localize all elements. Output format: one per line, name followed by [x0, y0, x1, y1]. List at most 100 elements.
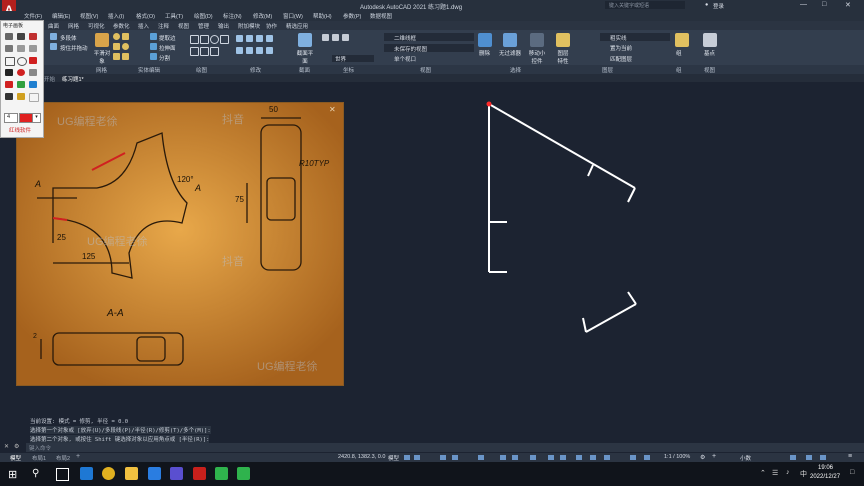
lower-line [585, 303, 637, 333]
clock-time[interactable]: 19:06 [818, 465, 833, 471]
cad-lines[interactable] [488, 103, 637, 333]
line-tool-icon[interactable] [5, 45, 13, 52]
hardware-accel-icon[interactable] [806, 455, 812, 460]
grip-point[interactable] [486, 101, 492, 107]
layout-tab-2[interactable]: 布局2 [56, 454, 70, 462]
dim-r10typ: R10TYP [299, 159, 330, 168]
status-scale[interactable]: 1:1 / 100% [664, 454, 690, 460]
workspace-gear-icon[interactable]: ⚙ [700, 454, 705, 461]
brush-icon[interactable] [17, 33, 25, 40]
isolate-icon[interactable] [790, 455, 796, 460]
command-prompt: 键入命令 [29, 446, 52, 452]
palette-label: 红线软件 [9, 128, 32, 134]
rect-tool-icon[interactable] [5, 57, 15, 66]
notification-icon[interactable]: □ [850, 469, 854, 476]
customize-command-icon[interactable]: ⚙ [14, 443, 19, 450]
black-fill-icon[interactable] [5, 69, 13, 76]
layout-tab-1[interactable]: 布局1 [32, 454, 46, 462]
ime-icon[interactable]: 中 [800, 469, 807, 479]
clock-date[interactable]: 2022/12/27 [810, 474, 840, 480]
wechat-icon[interactable] [215, 467, 228, 480]
command-history-line-3: 选择第二个对象, 或按住 Shift 键选择对象以应用角点或 [半径(R)]: [30, 435, 210, 443]
autocad-taskbar-icon[interactable] [193, 467, 206, 480]
reference-image[interactable]: 50 R10TYP 120° 75 25 125 A A A-A 2 UG编程老… [16, 102, 344, 386]
section-view-title: A-A [107, 308, 124, 319]
dim-125: 125 [82, 252, 96, 261]
windows-start-icon[interactable]: ⊞ [8, 468, 17, 481]
app-icon[interactable] [170, 467, 183, 480]
wechat-2-icon[interactable] [237, 467, 250, 480]
grid-icon[interactable] [404, 455, 410, 460]
dim-50: 50 [269, 105, 278, 114]
close-command-icon[interactable]: ✕ [4, 443, 9, 450]
dim-25: 25 [57, 233, 66, 242]
command-input[interactable]: 键入命令 [26, 443, 864, 452]
status-model-space[interactable]: 模型 [388, 454, 399, 462]
dim-75: 75 [235, 195, 244, 204]
selection-cycle-icon[interactable] [530, 455, 536, 460]
edge-icon[interactable] [80, 467, 93, 480]
annotation-icon[interactable] [576, 455, 582, 460]
network-icon[interactable]: ☰ [772, 469, 778, 477]
save-icon[interactable] [5, 93, 13, 100]
watermark-2: UG编程老徐 [87, 236, 148, 248]
customize-menu-icon[interactable]: ≡ [848, 453, 852, 460]
lineweight-icon[interactable] [500, 455, 506, 460]
color-swatch[interactable] [19, 113, 33, 123]
watermark-3: UG编程老徐 [257, 361, 318, 373]
command-history-line-1: 当前设置: 模式 = 修剪, 半径 = 0.0 [30, 419, 129, 425]
3d-osnap-icon[interactable] [548, 455, 554, 460]
add-icon[interactable]: + [712, 453, 716, 460]
clear-icon[interactable] [29, 93, 39, 102]
highlighter-icon[interactable] [29, 33, 37, 40]
volume-icon[interactable]: ♪ [786, 469, 790, 476]
annotation-scale-icon[interactable] [644, 455, 650, 460]
ie-icon[interactable] [148, 467, 161, 480]
status-units[interactable]: 小数 [740, 454, 751, 462]
red-ellipse-icon[interactable] [17, 69, 25, 76]
command-history: 当前设置: 模式 = 修剪, 半径 = 0.0 选择第一个对象或 [放弃(U)/… [0, 414, 864, 444]
eraser-icon[interactable] [29, 45, 37, 52]
layout-tab-model[interactable]: 模型 [10, 454, 21, 462]
section-label-left: A [35, 179, 42, 189]
snap-icon[interactable] [414, 455, 420, 460]
watermark-1: UG编程老徐 [57, 116, 118, 128]
diagonal-line [488, 103, 636, 189]
arrow-tool-icon[interactable] [17, 45, 25, 52]
dynamic-ucs-icon[interactable] [560, 455, 566, 460]
red-circle-icon[interactable] [5, 81, 13, 88]
ellipse-tool-icon[interactable] [17, 57, 27, 66]
diagonal-tick [587, 164, 594, 177]
transparency-icon[interactable] [512, 455, 518, 460]
gizmo-status-icon[interactable] [590, 455, 596, 460]
ortho-icon[interactable] [440, 455, 446, 460]
close-image-icon[interactable]: ✕ [329, 105, 336, 114]
osnap-icon[interactable] [478, 455, 484, 460]
polar-icon[interactable] [452, 455, 458, 460]
annotation-visibility-icon[interactable] [604, 455, 610, 460]
image-icon[interactable] [17, 81, 25, 88]
fill-rect-icon[interactable] [29, 57, 37, 64]
zoom-icon[interactable] [29, 81, 37, 88]
color-dropdown-icon[interactable]: ▾ [32, 113, 41, 123]
file-explorer-icon[interactable] [125, 467, 138, 480]
open-folder-icon[interactable] [17, 93, 25, 100]
tray-arrow-icon[interactable]: ⌃ [760, 469, 766, 477]
clean-screen-icon[interactable] [820, 455, 826, 460]
status-coordinates[interactable]: 2420.8, 1382.3, 0.0 [338, 454, 385, 460]
search-taskbar-icon[interactable]: ⚲ [32, 468, 39, 479]
autoscale-icon[interactable] [630, 455, 636, 460]
chrome-icon[interactable] [102, 467, 115, 480]
watermark-douyin-2: 抖音 [222, 256, 244, 268]
windows-taskbar: ⊞ ⚲ ⌃ ☰ ♪ 中 19:06 2022/12/27 □ [0, 462, 864, 486]
section-label-right: A [195, 183, 202, 193]
add-layout-icon[interactable]: + [76, 453, 80, 460]
lower-left-tick [582, 317, 587, 333]
pen-icon[interactable] [5, 33, 13, 40]
task-view-icon[interactable] [56, 468, 69, 481]
lower-right-tick [627, 291, 637, 305]
dim-2: 2 [33, 333, 37, 340]
text-tool-icon[interactable] [29, 69, 37, 76]
reference-drawing [17, 103, 343, 385]
stroke-size-select[interactable]: 4 [4, 113, 18, 123]
